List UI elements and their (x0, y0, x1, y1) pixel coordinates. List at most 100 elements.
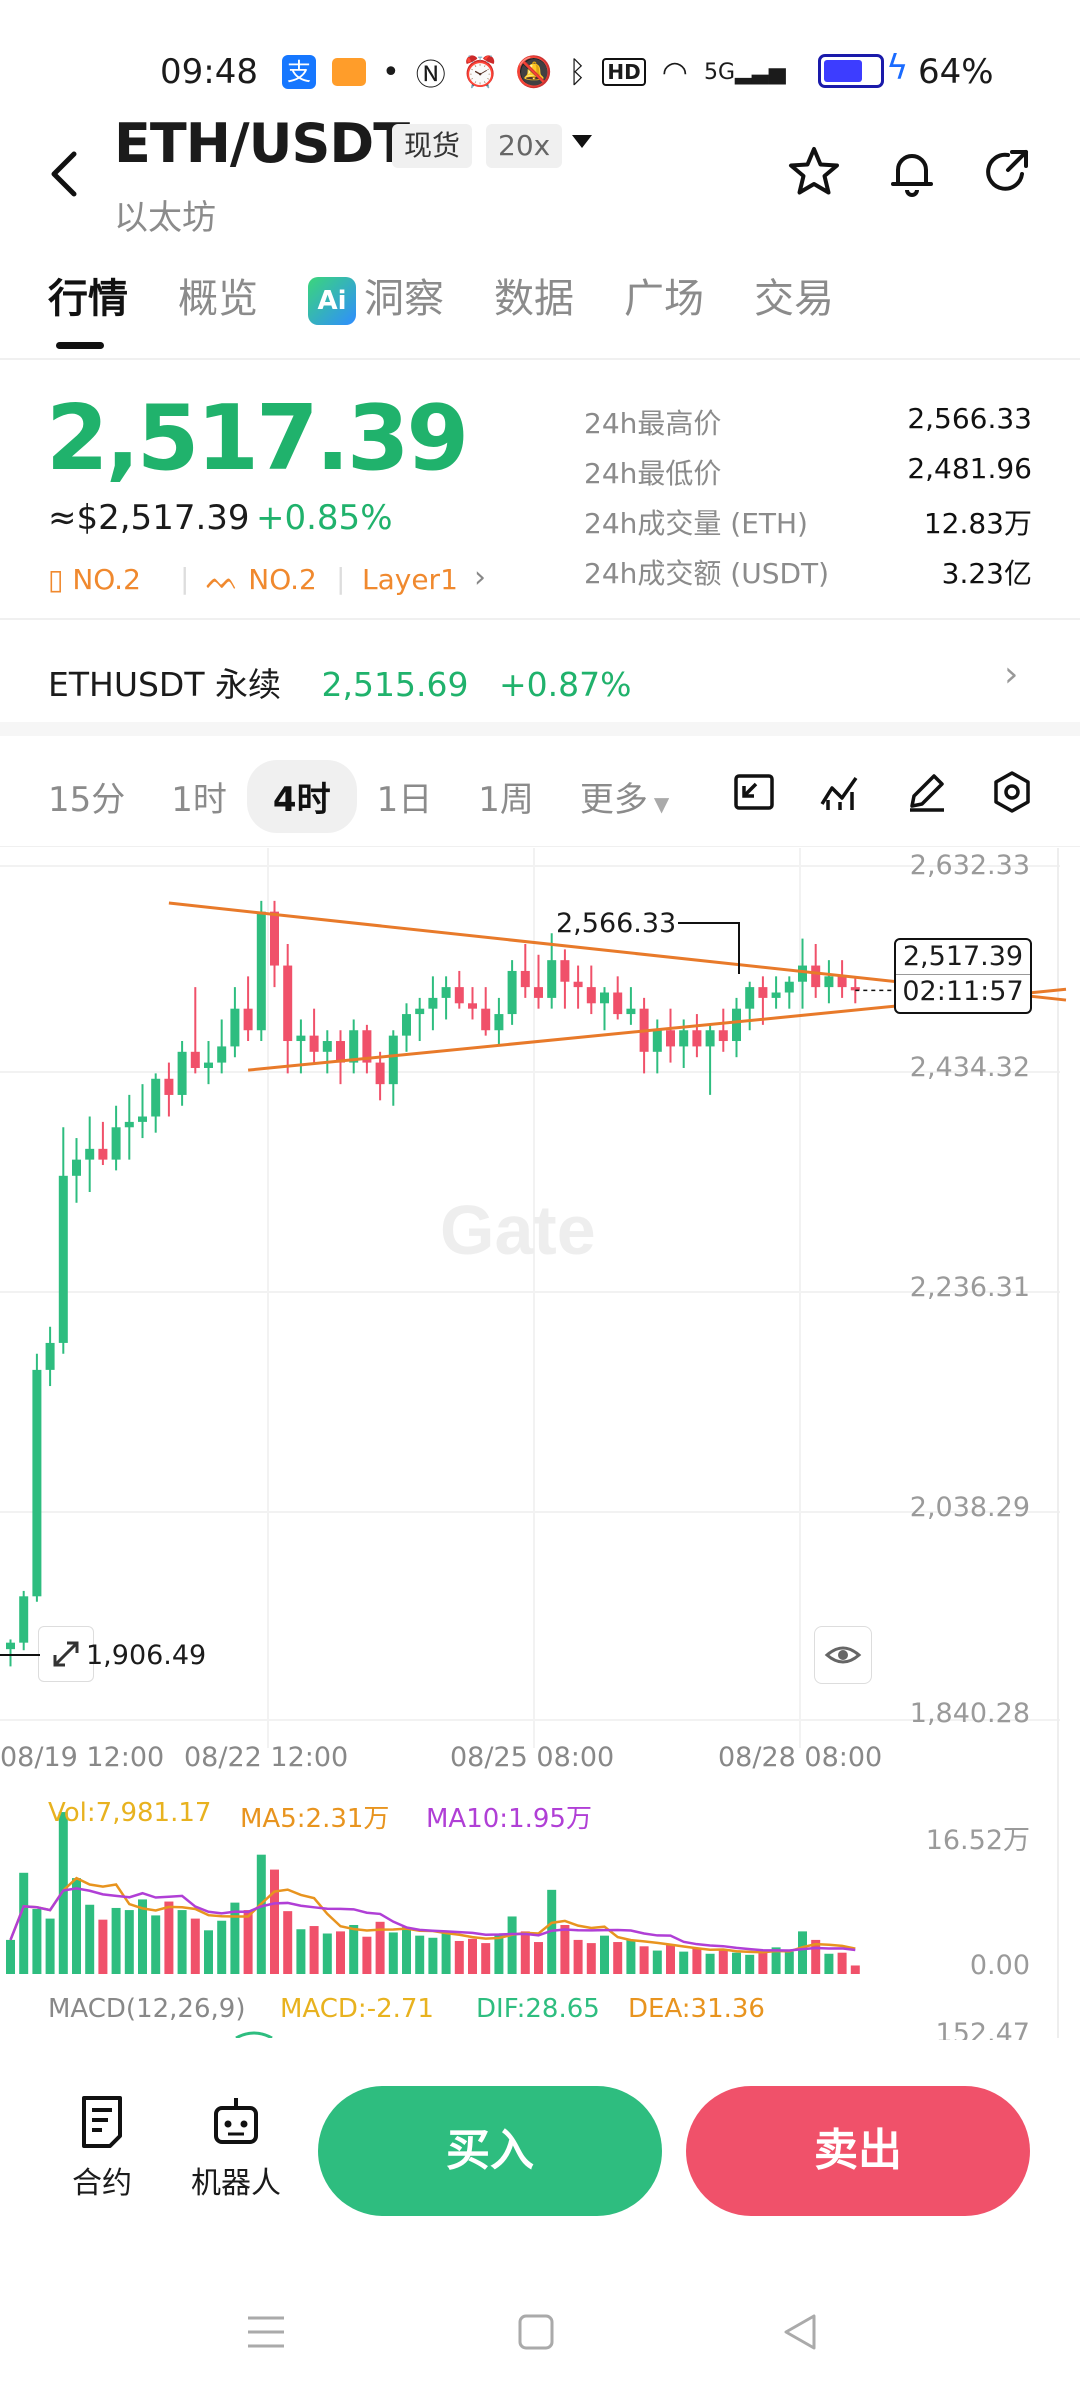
candle-body (600, 992, 609, 1004)
interval-1h[interactable]: 1时 (171, 772, 227, 821)
candle-body (586, 987, 596, 1004)
volume-bar (494, 1934, 504, 1974)
volume-bar (190, 1918, 200, 1974)
candle-body (6, 1642, 15, 1650)
macd-value: MACD:-2.71 (280, 1994, 434, 2024)
trend-icon: ᨓ (206, 563, 249, 596)
volume-bar (679, 1951, 689, 1974)
pair-title[interactable]: ETH/USDT (114, 112, 410, 175)
volume-bar (745, 1954, 755, 1974)
volume-bar (798, 1931, 807, 1974)
candlestick-chart[interactable]: Gate (0, 848, 1080, 2038)
volume-bar (204, 1930, 213, 1974)
vol-max-tick: 16.52万 (925, 1825, 1030, 1856)
contract-label: 合约 (72, 2166, 132, 2201)
volume-bar (270, 1869, 279, 1974)
volume-bar (850, 1965, 860, 1974)
stat-value: 3.23亿 (941, 557, 1032, 590)
mute-icon: 🔕 (515, 54, 553, 90)
volume-bar (454, 1940, 464, 1974)
tab-trade[interactable]: 交易 (754, 266, 834, 325)
candle-body (217, 1046, 227, 1063)
interval-1d[interactable]: 1日 (377, 772, 433, 821)
candle-body (798, 965, 807, 982)
x-tick: 08/28 08:00 (718, 1742, 883, 1773)
indicator-icon[interactable] (818, 770, 862, 814)
volume-bar (45, 1918, 55, 1974)
tab-insight[interactable]: Ai 洞察 (308, 266, 444, 325)
wallet-icon (332, 58, 366, 86)
volume-bar (322, 1933, 332, 1974)
interval-4h[interactable]: 4时 (246, 760, 357, 833)
interval-1w[interactable]: 1周 (478, 772, 534, 821)
candle-body (322, 1041, 332, 1052)
candle-body (679, 1030, 689, 1047)
candle-body (626, 1008, 636, 1015)
candle-body (428, 997, 438, 1009)
y-tick: 1,840.28 (909, 1698, 1030, 1729)
volume-bar (666, 1944, 675, 1974)
y-tick: 2,038.29 (909, 1492, 1030, 1523)
tab-market[interactable]: 行情 (48, 266, 128, 349)
ma10-legend: MA10:1.95万 (426, 1804, 592, 1834)
chevron-right-icon[interactable]: › (474, 560, 486, 595)
settings-icon[interactable] (990, 770, 1034, 814)
candle-body (560, 960, 570, 982)
candle-body (124, 1121, 134, 1128)
volume-bar (758, 1950, 768, 1974)
candle-body (811, 965, 821, 988)
category-badge[interactable]: Layer1 (362, 563, 458, 596)
home-nav-icon[interactable] (516, 2312, 556, 2356)
menu-nav-icon[interactable] (246, 2314, 286, 2354)
candle-body (72, 1159, 81, 1176)
perpetual-row[interactable]: ETHUSDT 永续 2,515.69 +0.87% (48, 658, 631, 706)
volume-bar (573, 1939, 583, 1974)
tab-overview[interactable]: 概览 (178, 266, 258, 325)
volume-bar (362, 1936, 372, 1974)
volume-bar (243, 1910, 253, 1974)
sell-button[interactable]: 卖出 (686, 2086, 1030, 2216)
star-icon[interactable] (786, 144, 842, 200)
pair-dropdown-icon[interactable] (570, 132, 594, 156)
draw-icon[interactable] (904, 770, 948, 814)
volume-bar (705, 1953, 715, 1974)
volume-bar (124, 1910, 134, 1974)
interval-15m[interactable]: 15分 (48, 772, 125, 821)
interval-more[interactable]: 更多 ▼ (580, 772, 669, 821)
dea-value: DEA:31.36 (628, 1994, 765, 2024)
candle-body (547, 960, 557, 998)
tab-square[interactable]: 广场 (624, 266, 704, 325)
robot-icon (214, 2098, 258, 2144)
candle-body (85, 1148, 95, 1160)
perpetual-change: +0.87% (498, 665, 632, 704)
share-icon[interactable] (978, 144, 1034, 200)
chevron-right-icon[interactable]: › (1004, 654, 1018, 695)
bell-icon[interactable] (884, 144, 940, 200)
buy-button[interactable]: 买入 (318, 2086, 662, 2216)
watermark: Gate (440, 1191, 596, 1269)
bot-button[interactable]: 机器人 (186, 2094, 286, 2202)
back-button[interactable] (44, 146, 84, 216)
volume-bar (481, 1943, 491, 1974)
tab-data[interactable]: 数据 (494, 266, 574, 325)
rank-badge-1[interactable]: ▯ NO.2 (48, 563, 141, 596)
candle-body (309, 1035, 319, 1052)
candle-body (204, 1062, 213, 1068)
eye-icon[interactable] (814, 1626, 872, 1684)
stat-value: 2,566.33 (907, 402, 1032, 435)
contract-button[interactable]: 合约 (62, 2094, 142, 2202)
candle-body (283, 965, 293, 1042)
candle-body (573, 981, 583, 988)
volume-bar (534, 1942, 543, 1974)
volume-bar (415, 1935, 425, 1974)
stat-label: 24h成交额 (USDT) (584, 557, 830, 590)
usd-price: ≈$2,517.39 (48, 498, 250, 538)
rank-badge-2[interactable]: ᨓ NO.2 (206, 563, 317, 597)
candle-body (243, 1008, 253, 1031)
low-marker: 1,906.49 (86, 1640, 207, 1671)
candle-body (613, 992, 623, 1015)
back-nav-icon[interactable] (780, 2312, 820, 2356)
volume-bar (336, 1931, 345, 1974)
fullscreen-icon[interactable] (732, 770, 776, 814)
candle-body (494, 1014, 504, 1031)
